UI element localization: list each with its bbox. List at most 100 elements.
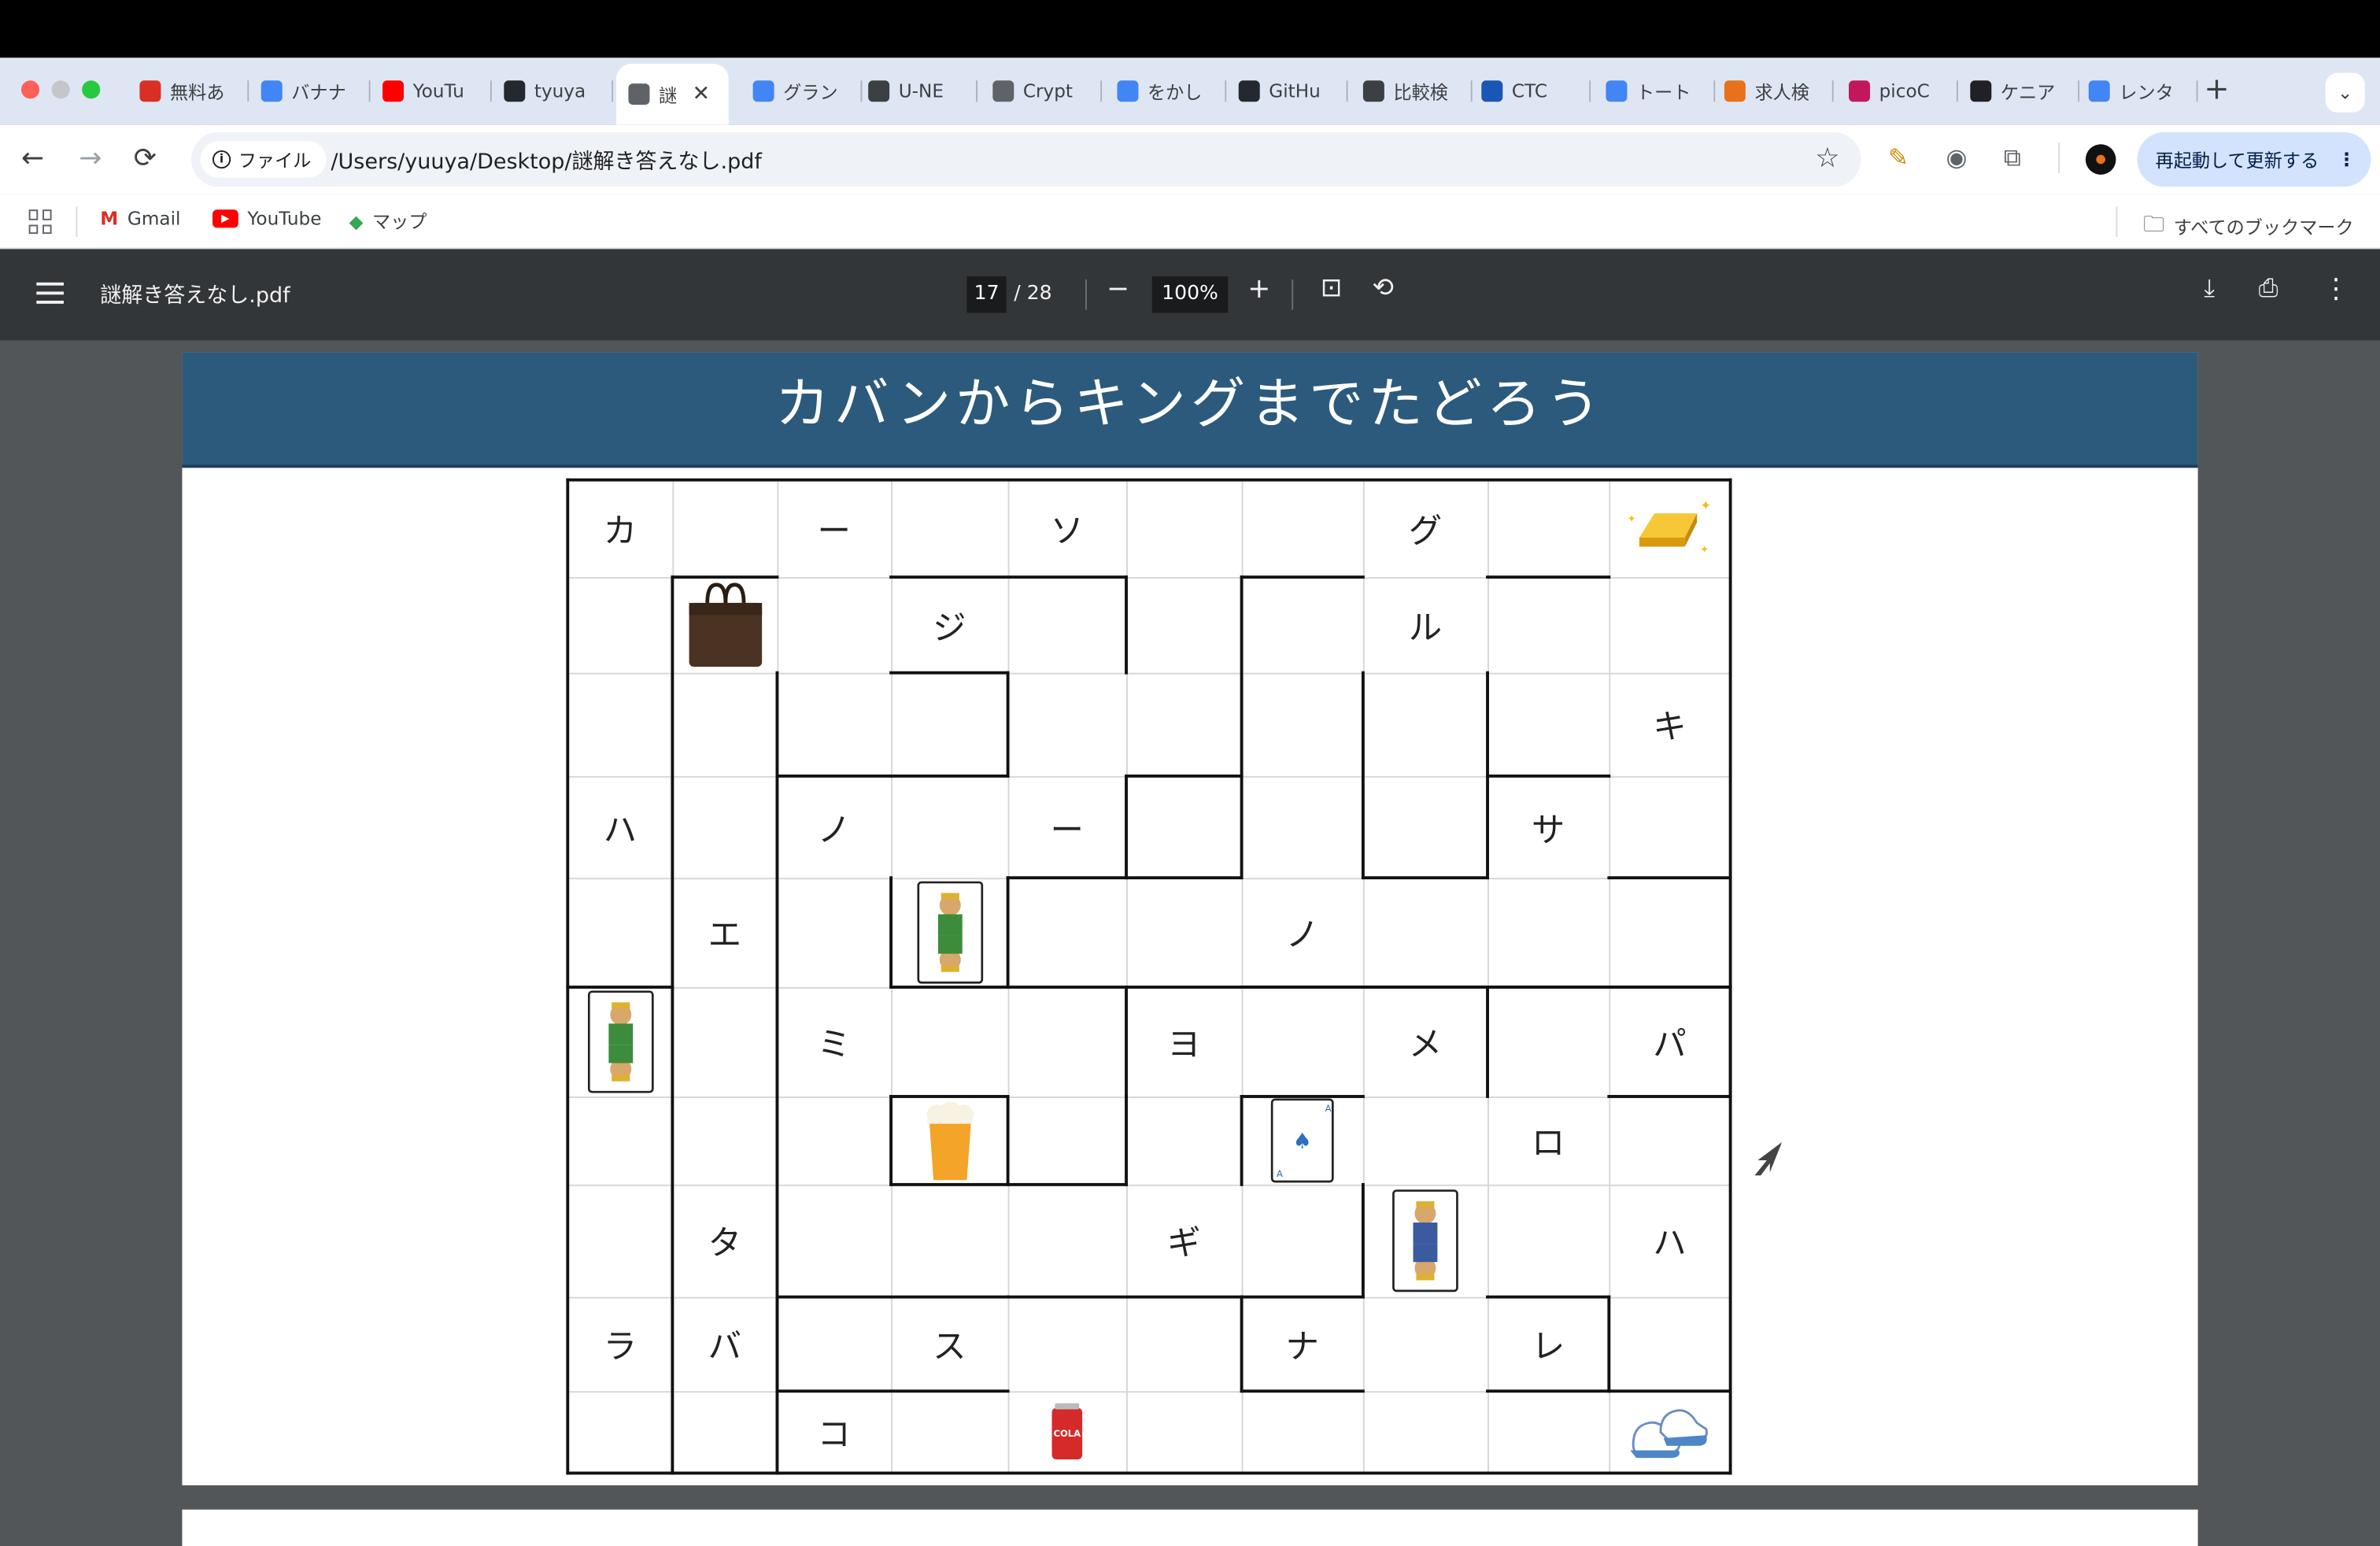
apps-grid-icon[interactable] <box>28 209 54 235</box>
tab-3[interactable]: YouTu <box>373 73 492 109</box>
crypto-icon <box>992 80 1014 102</box>
print-icon[interactable]: ⎙ <box>2259 273 2278 304</box>
bookmark-gmail-label: Gmail <box>127 208 181 230</box>
nazo-kanji-icon <box>139 80 161 102</box>
fit-page-icon[interactable]: ⊡ <box>1321 273 1342 304</box>
browser-toolbar: ← → ⟳ i ファイル /Users/yuuya/Desktop/謎解き答えな… <box>0 124 2380 194</box>
minimize-window-button[interactable] <box>51 80 70 99</box>
maze-cell-char: ノ <box>817 812 851 850</box>
relaunch-update-button[interactable]: 再起動して更新する ⋮ <box>2137 131 2371 187</box>
bag-icon <box>672 577 777 673</box>
site-info-chip[interactable]: i ファイル <box>200 141 327 178</box>
page-number-input[interactable]: 17 <box>966 276 1007 313</box>
url-text[interactable]: /Users/yuuya/Desktop/謎解き答えなし.pdf <box>331 146 761 176</box>
sidebar-menu-icon[interactable] <box>36 282 65 304</box>
maze-wall <box>1728 478 1732 1475</box>
zoom-out-button[interactable]: − <box>1107 273 1129 305</box>
tab-separator <box>1225 80 1227 102</box>
tab-6[interactable]: グラン <box>744 73 863 109</box>
new-tab-button[interactable]: + <box>2204 70 2229 106</box>
back-button[interactable]: ← <box>21 142 44 175</box>
github-icon <box>504 80 526 102</box>
tab-8[interactable]: Crypt <box>984 73 1103 109</box>
browser-window: 無料あ バナナ YouTu tyuya 謎 ✕ グラン U-NE Crypt をかし GitHu 比較… <box>0 0 2380 1546</box>
tab-9[interactable]: をかし <box>1108 73 1227 109</box>
gold-bar-icon: ✦ ✦ ✦ <box>1609 480 1730 577</box>
tab-separator <box>247 80 249 102</box>
maze-grid: カーソグ ✦ ✦ ✦ ジルキハノーサエノミヨメパ ♠ A A ロタギハラバスナレコ COLA <box>566 478 1733 1475</box>
tab-1[interactable]: 無料あ <box>131 73 249 109</box>
tab-search-button[interactable]: ⌄ <box>2325 72 2365 113</box>
pdf-more-icon[interactable]: ⋮ <box>2323 273 2350 305</box>
forward-button[interactable]: → <box>79 142 102 175</box>
svg-text:A: A <box>1325 1103 1332 1114</box>
maze-cell-char: ロ <box>1531 1125 1565 1163</box>
close-tab-icon[interactable]: ✕ <box>692 82 710 106</box>
maze-cell-char: ジ <box>933 609 966 648</box>
tab-label: バナナ <box>291 81 346 103</box>
jack-card-icon <box>567 987 672 1097</box>
maze-cell-char: メ <box>1408 1026 1443 1065</box>
bookmark-maps[interactable]: ◆ マップ <box>349 208 427 234</box>
svg-text:✦: ✦ <box>1700 498 1712 514</box>
download-icon[interactable]: ⤓ <box>2204 273 2215 304</box>
bookmark-maps-label: マップ <box>371 211 427 233</box>
grid-line <box>567 672 1731 675</box>
maze-cell-char: ル <box>1408 609 1443 648</box>
tab-separator <box>1100 80 1103 102</box>
puzzle-title: カバンからキングまでたどろう <box>182 352 2198 468</box>
profile-avatar[interactable] <box>2085 144 2116 175</box>
zoom-level-input[interactable]: 100% <box>1151 276 1229 313</box>
globe-icon <box>628 83 650 105</box>
tab-7[interactable]: U-NE <box>859 73 978 109</box>
tab-17[interactable]: レンタ <box>2079 73 2198 109</box>
tab-5[interactable]: 謎 ✕ <box>616 64 729 125</box>
info-icon: i <box>213 150 231 169</box>
maze-cell-char: ス <box>933 1329 966 1367</box>
svg-text:A: A <box>1277 1168 1283 1179</box>
more-menu-icon: ⋮ <box>2338 149 2356 171</box>
tab-label: tyuya <box>534 80 586 102</box>
maximize-window-button[interactable] <box>82 80 101 99</box>
maze-cell-char: ー <box>817 513 851 552</box>
maze-wall <box>1006 671 1010 778</box>
zoom-in-button[interactable]: + <box>1247 273 1270 305</box>
tab-14[interactable]: 求人検 <box>1715 73 1834 109</box>
tab-10[interactable]: GitHu <box>1229 73 1348 109</box>
tab-15[interactable]: picoC <box>1839 73 1958 109</box>
tab-12[interactable]: CTC <box>1473 73 1591 109</box>
bookmarks-divider <box>76 206 78 237</box>
tab-13[interactable]: トート <box>1597 73 1716 109</box>
maze-cell-char: ノ <box>1285 917 1319 956</box>
reload-button[interactable]: ⟳ <box>134 142 157 175</box>
tab-strip: 無料あ バナナ YouTu tyuya 謎 ✕ グラン U-NE Crypt をかし GitHu 比較… <box>0 57 2380 125</box>
bookmarks-divider-right <box>2116 206 2118 237</box>
tab-4[interactable]: tyuya <box>495 73 614 109</box>
svg-text:✦: ✦ <box>1700 543 1709 556</box>
tab-label: レンタ <box>2119 81 2174 103</box>
maze-cell-char: ヨ <box>1167 1026 1201 1065</box>
scales-icon <box>1362 80 1384 102</box>
maze-cell-char: パ <box>1653 1026 1687 1065</box>
svg-text:♠: ♠ <box>1293 1130 1312 1154</box>
close-window-button[interactable] <box>21 80 40 99</box>
bookmark-star-icon[interactable]: ☆ <box>1815 142 1839 175</box>
address-bar[interactable]: i ファイル /Users/yuuya/Desktop/謎解き答えなし.pdf … <box>191 131 1861 187</box>
maze-wall <box>1240 774 1244 880</box>
tab-separator <box>612 80 614 102</box>
pdf-viewport[interactable]: カバンからキングまでたどろう カーソグ ✦ ✦ ✦ ジルキハノーサエノミヨメパ ♠ A A ロタ… <box>0 340 2380 1546</box>
bookmark-youtube[interactable]: ▶ YouTube <box>213 208 321 229</box>
tab-label: 求人検 <box>1754 81 1809 103</box>
tab-16[interactable]: ケニア <box>1961 73 2080 109</box>
svg-text:COLA: COLA <box>1053 1428 1081 1439</box>
tab-separator <box>490 80 492 102</box>
maze-cell-char: キ <box>1653 708 1687 748</box>
tab-2[interactable]: バナナ <box>252 73 371 109</box>
tab-11[interactable]: 比較検 <box>1354 73 1473 109</box>
all-bookmarks-button[interactable]: 🗀 すべてのブックマーク <box>2143 208 2353 244</box>
camera-extension-icon[interactable]: ◉ <box>1946 142 1967 172</box>
extensions-puzzle-icon[interactable]: ⧉ <box>2004 142 2021 173</box>
bookmark-gmail[interactable]: M Gmail <box>100 208 180 229</box>
rotate-icon[interactable]: ⟲ <box>1372 273 1393 304</box>
pen-extension-icon[interactable]: ✎ <box>1888 142 1909 172</box>
